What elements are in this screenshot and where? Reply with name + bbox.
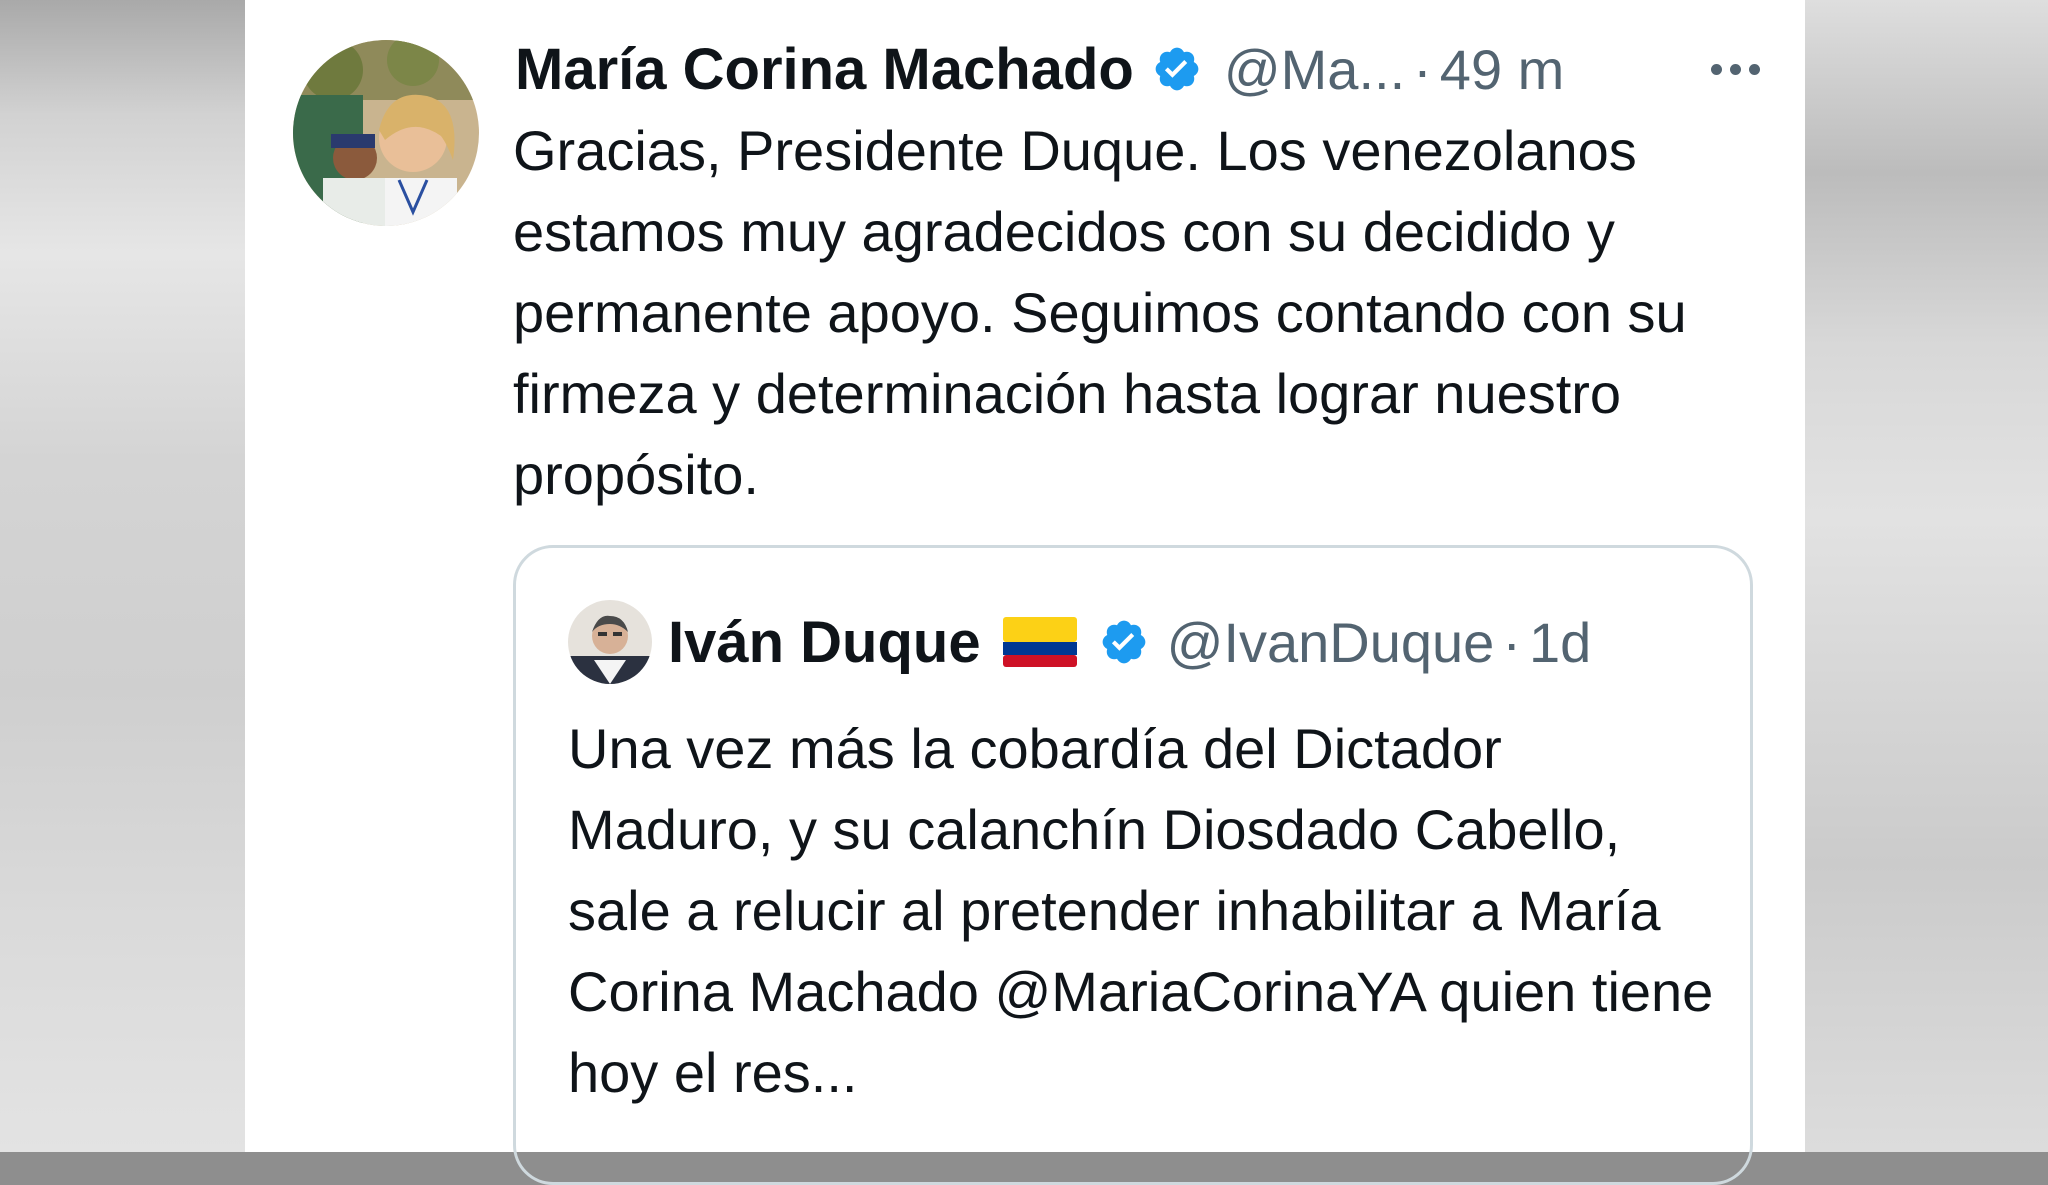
quoted-avatar-photo xyxy=(568,600,652,684)
quoted-author-name[interactable]: Iván Duque xyxy=(668,609,981,676)
colombia-flag-icon xyxy=(1002,617,1077,667)
tweet-card: María Corina Machado @Ma... · 49 m Graci… xyxy=(245,0,1805,1185)
quoted-tweet-text: Una vez más la cobardía del Dictador Mad… xyxy=(568,717,1714,1104)
background-left xyxy=(0,0,245,1152)
tweet-text: Gracias, Presidente Duque. Los venezolan… xyxy=(513,119,1687,506)
author-avatar[interactable] xyxy=(293,40,479,226)
avatar-photo xyxy=(293,40,479,226)
separator-dot: · xyxy=(1413,37,1432,101)
quoted-tweet[interactable]: Iván Duque @IvanDuque · 1d Una vez más l… xyxy=(513,545,1753,1185)
quoted-tweet-header: Iván Duque @IvanDuque · 1d xyxy=(668,596,1591,688)
verified-badge-icon xyxy=(1152,44,1202,94)
verified-badge-icon xyxy=(1099,617,1149,667)
quoted-author-avatar[interactable] xyxy=(568,600,652,684)
separator-dot: · xyxy=(1502,610,1521,674)
quoted-author-handle[interactable]: @IvanDuque xyxy=(1167,610,1495,675)
quoted-tweet-timestamp[interactable]: 1d xyxy=(1529,610,1591,675)
tweet-header: María Corina Machado @Ma... · 49 m xyxy=(515,28,1564,110)
author-handle[interactable]: @Ma... xyxy=(1224,37,1405,102)
more-options-icon[interactable] xyxy=(1685,44,1785,94)
background-right xyxy=(1805,0,2048,1152)
tweet-timestamp[interactable]: 49 m xyxy=(1440,37,1565,102)
author-name[interactable]: María Corina Machado xyxy=(515,36,1134,103)
